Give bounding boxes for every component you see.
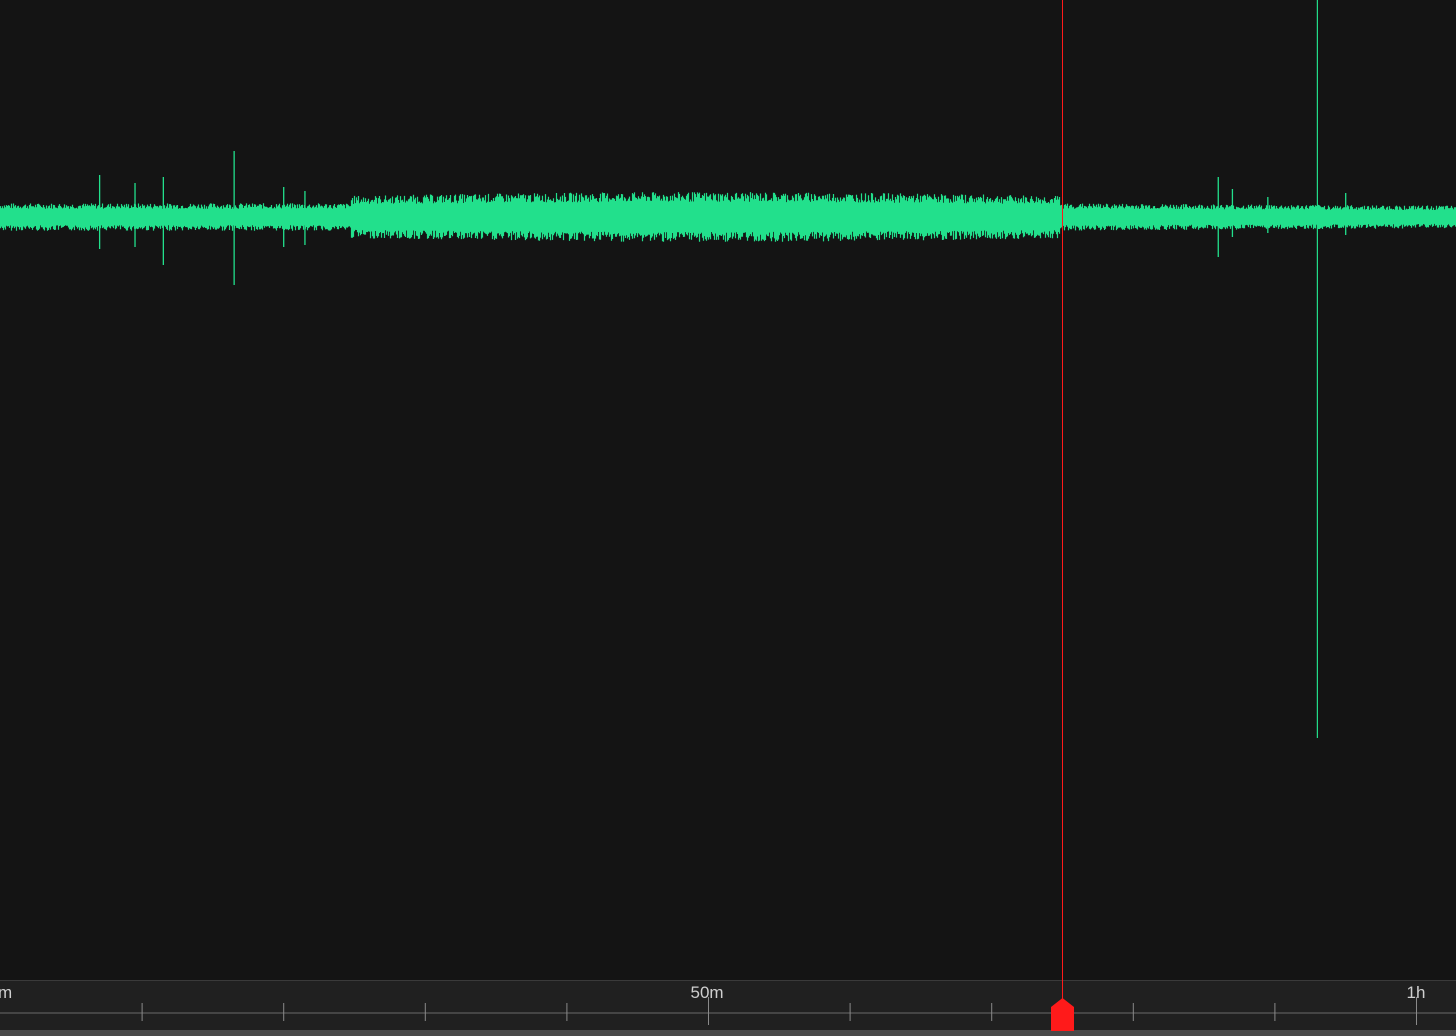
playhead-handle[interactable] — [1051, 998, 1074, 1031]
ruler-label-start: m — [0, 983, 12, 1003]
horizontal-scrollbar[interactable] — [0, 1030, 1456, 1036]
timeline-ruler[interactable]: m 50m 1h — [0, 980, 1456, 1031]
waveform-body — [0, 192, 1456, 242]
waveform-track[interactable] — [0, 0, 1456, 980]
ruler-label-1h: 1h — [1406, 983, 1426, 1002]
playhead-line — [1062, 0, 1063, 1012]
ruler-ticks — [0, 997, 1456, 1025]
ruler-label-50m: 50m — [690, 983, 724, 1002]
waveform-canvas — [0, 0, 1456, 738]
audio-editor: m 50m 1h — [0, 0, 1456, 1036]
